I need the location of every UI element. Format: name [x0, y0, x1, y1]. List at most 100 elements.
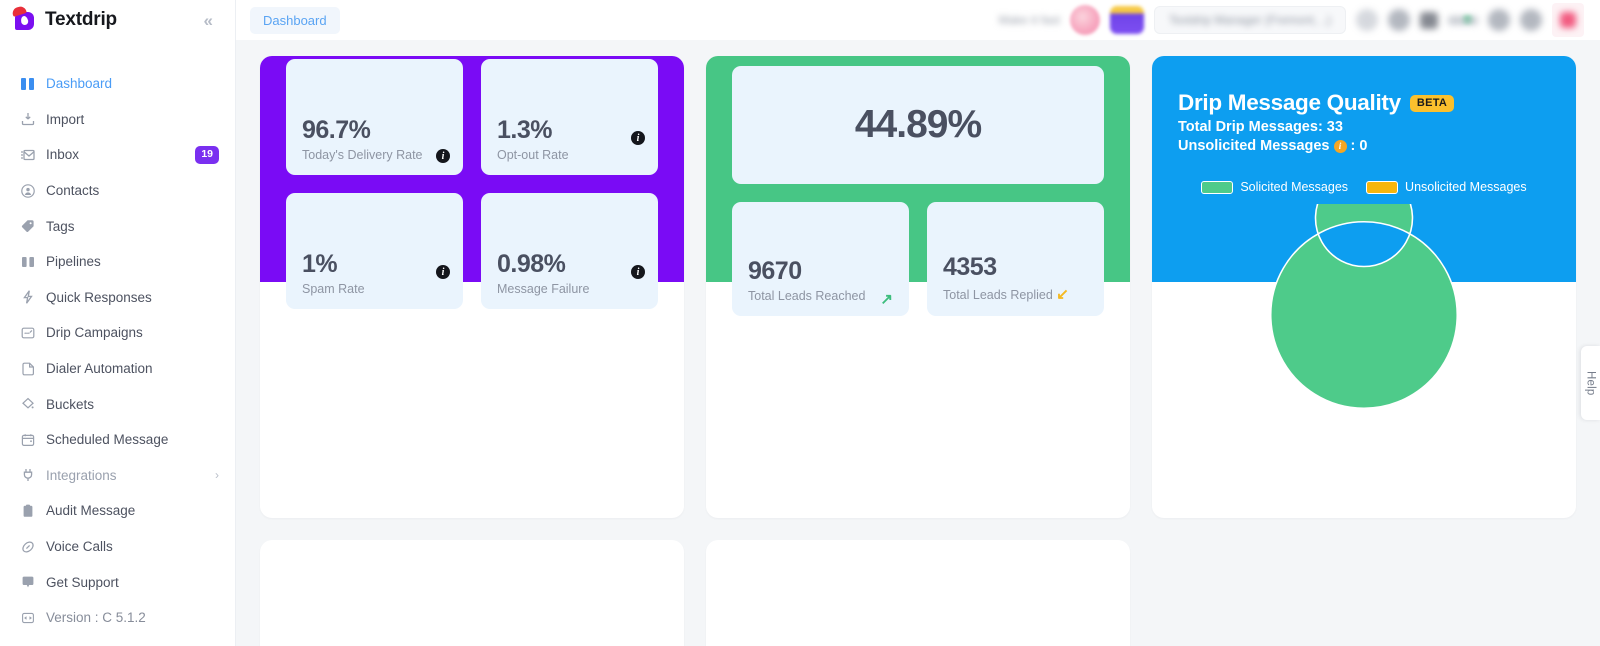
help-tab-label: Help: [1584, 370, 1597, 396]
contacts-icon: [20, 183, 46, 199]
tile-todays-delivery-rate[interactable]: 96.7% Today's Delivery Rate i: [286, 59, 463, 175]
response-rate-value: 44.89%: [854, 103, 982, 146]
help-tab[interactable]: Help: [1581, 346, 1600, 420]
secondary-card-left: [260, 540, 684, 646]
tile-spam-rate[interactable]: 1% Spam Rate i: [286, 193, 463, 309]
tile-total-leads-reached[interactable]: 9670 Total Leads Reached ↗: [732, 202, 909, 316]
unsolicited-messages-row: Unsolicited Messages i : 0: [1178, 138, 1550, 154]
credits-indicator[interactable]: [1448, 15, 1478, 25]
drip-quality-donut-wrap: [1152, 204, 1576, 426]
tile-label: Today's Delivery Rate: [302, 148, 423, 162]
sidebar-item-get-support[interactable]: Get Support: [0, 564, 235, 600]
sidebar-item-label: Dialer Automation: [46, 361, 153, 377]
tile-label: Opt-out Rate: [497, 148, 569, 162]
sidebar-item-label: Tags: [46, 218, 75, 234]
topbar-actions: Make it fast Textdrip Manager (Fremont, …: [999, 3, 1592, 37]
plug-icon: [20, 467, 46, 483]
arrow-down-left-icon: ↙: [1056, 286, 1069, 303]
brand-name: Textdrip: [45, 9, 117, 30]
search-icon[interactable]: [1356, 9, 1378, 31]
info-icon[interactable]: i: [631, 131, 645, 145]
inbox-badge: 19: [195, 146, 219, 164]
tile-label: Total Leads Replied ↙: [943, 285, 1088, 303]
sidebar-item-quick-responses[interactable]: Quick Responses: [0, 280, 235, 316]
account-selector[interactable]: Textdrip Manager (Fremont, ..): [1154, 6, 1346, 34]
response-rate-tiles: 9670 Total Leads Reached ↗ 4353 Total Le…: [706, 202, 1130, 316]
tile-value: 0.98%: [497, 249, 566, 278]
donut-legend: Solicited Messages Unsolicited Messages: [1178, 180, 1550, 194]
pipelines-icon: [20, 254, 46, 270]
textdrip-logo-icon: [11, 5, 38, 33]
sidebar-item-buckets[interactable]: Buckets: [0, 386, 235, 422]
sidebar-item-dialer-automation[interactable]: Dialer Automation: [0, 351, 235, 387]
sidebar-item-integrations[interactable]: Integrations ›: [0, 458, 235, 494]
profile-avatar-icon[interactable]: [1520, 9, 1542, 31]
dialer-automation-icon: [20, 361, 46, 377]
calendar-icon: [20, 432, 46, 448]
unsolicited-value: : 0: [1350, 138, 1368, 154]
sidebar-item-tags[interactable]: Tags: [0, 208, 235, 244]
info-icon[interactable]: i: [1333, 139, 1347, 153]
health-score-card: N/A i BETA Health Score 96.7% Today's De…: [260, 56, 684, 518]
avatar-purple[interactable]: [1110, 6, 1144, 34]
sidebar-item-contacts[interactable]: Contacts: [0, 173, 235, 209]
lightning-icon: [20, 289, 46, 305]
tile-message-failure[interactable]: 0.98% Message Failure i: [481, 193, 658, 309]
tile-label: Spam Rate: [302, 282, 365, 296]
tile-total-leads-replied[interactable]: 4353 Total Leads Replied ↙: [927, 202, 1104, 316]
logout-button[interactable]: [1552, 3, 1584, 37]
secondary-card-spacer: [1152, 540, 1576, 646]
sidebar-item-scheduled-message[interactable]: Scheduled Message: [0, 422, 235, 458]
phone-icon[interactable]: [1488, 9, 1510, 31]
chevron-double-left-icon[interactable]: «: [204, 12, 213, 29]
sidebar-item-label: Import: [46, 111, 85, 127]
drip-quality-header: Drip Message Quality BETA Total Drip Mes…: [1152, 56, 1576, 282]
secondary-card-right: [706, 540, 1130, 646]
legend-item-solicited[interactable]: Solicited Messages: [1201, 180, 1348, 194]
sidebar-item-label: Integrations: [46, 467, 117, 483]
messages-icon[interactable]: [1420, 11, 1438, 29]
info-icon[interactable]: i: [436, 149, 450, 163]
sidebar-item-label: Quick Responses: [46, 289, 152, 305]
sidebar-item-version: Version : C 5.1.2: [0, 600, 235, 636]
tile-value: 1.3%: [497, 115, 552, 144]
account-label-blurred: Make it fast: [998, 13, 1060, 27]
sidebar-item-inbox[interactable]: Inbox 19: [0, 137, 235, 173]
drip-quality-title-row: Drip Message Quality BETA: [1178, 90, 1550, 116]
dashboard-content: N/A i BETA Health Score 96.7% Today's De…: [236, 40, 1600, 646]
main-area: Dashboard Make it fast Textdrip Manager …: [236, 0, 1600, 646]
sidebar-item-label: Voice Calls: [46, 539, 113, 555]
inbox-icon: [20, 147, 46, 163]
sidebar-item-audit-message[interactable]: Audit Message: [0, 493, 235, 529]
sidebar-item-label: Version : C 5.1.2: [46, 610, 146, 626]
tile-value: 96.7%: [302, 115, 371, 144]
code-icon: [20, 610, 46, 626]
unsolicited-label: Unsolicited Messages: [1178, 138, 1330, 154]
chevron-right-icon: ›: [215, 468, 219, 483]
tile-label: Total Leads Reached: [748, 289, 866, 303]
drip-quality-title: Drip Message Quality: [1178, 90, 1401, 115]
arrow-up-right-icon: ↗: [880, 291, 893, 308]
tab-dashboard[interactable]: Dashboard: [250, 6, 340, 34]
donut-slice[interactable]: [1269, 204, 1458, 409]
info-icon[interactable]: i: [631, 265, 645, 279]
avatar-pink[interactable]: [1070, 5, 1100, 35]
tile-opt-out-rate[interactable]: 1.3% Opt-out Rate i: [481, 59, 658, 175]
sidebar-item-voice-calls[interactable]: Voice Calls: [0, 529, 235, 565]
sidebar-item-label: Get Support: [46, 574, 119, 590]
support-chat-icon: [20, 574, 46, 590]
account-name-blurred: Textdrip Manager (Fremont, ..): [1168, 13, 1332, 27]
info-icon[interactable]: i: [436, 265, 450, 279]
sidebar-item-import[interactable]: Import: [0, 102, 235, 138]
notification-bell-icon[interactable]: [1388, 9, 1410, 31]
sidebar-item-dashboard[interactable]: Dashboard: [0, 66, 235, 102]
brand[interactable]: Textdrip «: [0, 0, 235, 40]
sidebar-item-pipelines[interactable]: Pipelines: [0, 244, 235, 280]
sidebar-nav: Dashboard Import Inbox 19 Contacts Tags: [0, 40, 235, 636]
legend-label: Unsolicited Messages: [1405, 180, 1527, 194]
legend-item-unsolicited[interactable]: Unsolicited Messages: [1366, 180, 1527, 194]
drip-campaigns-icon: [20, 325, 46, 341]
voice-calls-icon: [20, 539, 46, 555]
sidebar-item-drip-campaigns[interactable]: Drip Campaigns: [0, 315, 235, 351]
tile-value: 1%: [302, 249, 338, 278]
